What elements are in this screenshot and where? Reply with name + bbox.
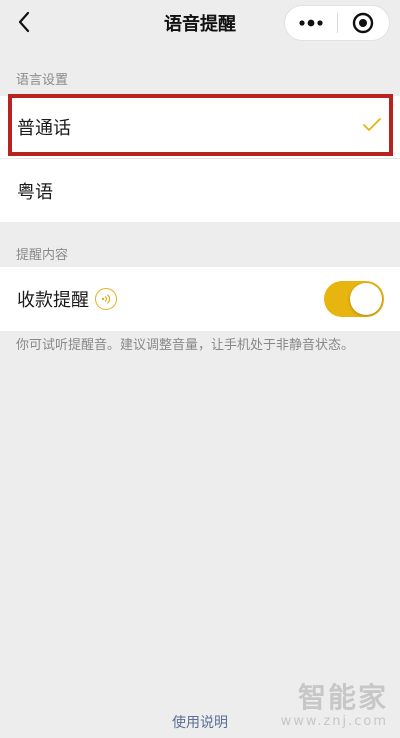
- payment-reminder-toggle[interactable]: [324, 281, 384, 317]
- content-section-label: 提醒内容: [16, 248, 69, 263]
- more-dots-icon: [299, 19, 323, 27]
- language-option-label: 粤语: [17, 181, 53, 203]
- hint-text: 你可试听提醒音。建议调整音量，让手机处于非静音状态。: [16, 338, 355, 353]
- nav-bar: 语音提醒: [0, 0, 400, 46]
- highlight-box: [8, 94, 393, 156]
- language-section-label: 语言设置: [16, 73, 69, 88]
- usage-instructions-link[interactable]: 使用说明: [0, 712, 400, 732]
- watermark-main: 智能家: [297, 681, 388, 714]
- sound-preview-icon[interactable]: [95, 288, 117, 310]
- toggle-knob: [350, 283, 382, 315]
- target-close-icon: [353, 12, 374, 34]
- language-option-cantonese[interactable]: 粤语: [0, 159, 400, 222]
- payment-reminder-label: 收款提醒: [17, 290, 89, 311]
- mini-program-capsule: [284, 5, 390, 41]
- close-button[interactable]: [337, 6, 389, 40]
- more-button[interactable]: [285, 6, 337, 40]
